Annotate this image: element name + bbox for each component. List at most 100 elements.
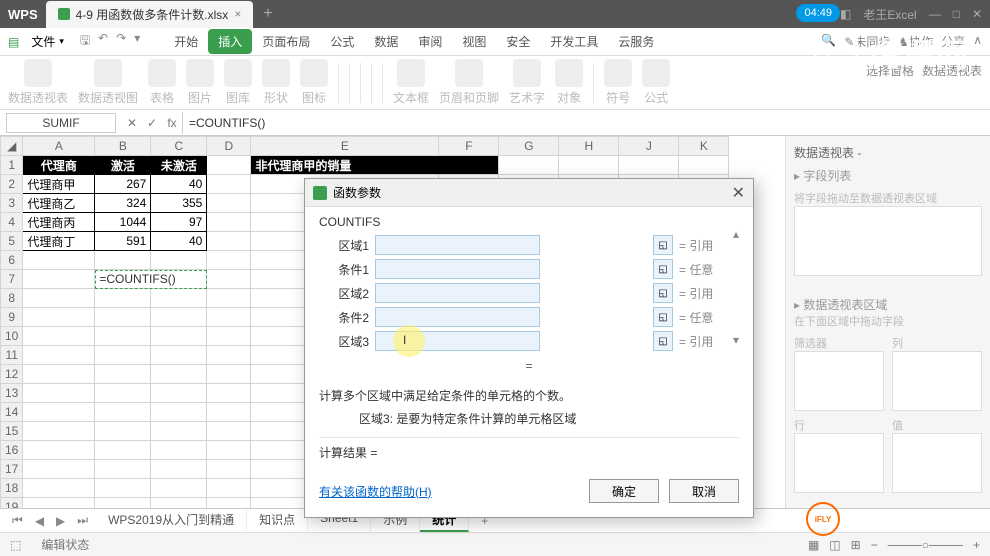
- row-1[interactable]: 1: [1, 156, 23, 175]
- cell-C19[interactable]: [151, 498, 207, 509]
- cell-B1[interactable]: 激活: [95, 156, 151, 175]
- cell-D2[interactable]: [207, 175, 251, 194]
- cell-D15[interactable]: [207, 422, 251, 441]
- cell-C15[interactable]: [151, 422, 207, 441]
- cell-A17[interactable]: [23, 460, 95, 479]
- cell-C17[interactable]: [151, 460, 207, 479]
- tool-表格[interactable]: 表格: [148, 59, 176, 106]
- cell-D10[interactable]: [207, 327, 251, 346]
- zoom-slider[interactable]: ────○────: [888, 538, 963, 552]
- menu-chevron[interactable]: ∧: [973, 33, 982, 50]
- cell-D5[interactable]: [207, 232, 251, 251]
- cell-H1[interactable]: [559, 156, 619, 175]
- tab-add[interactable]: +: [263, 5, 272, 23]
- cell-C4[interactable]: 97: [151, 213, 207, 232]
- cell-A14[interactable]: [23, 403, 95, 422]
- col-G[interactable]: G: [499, 137, 559, 156]
- view-normal[interactable]: ▦: [808, 538, 819, 552]
- formula-input[interactable]: =COUNTIFS(): [182, 112, 990, 134]
- cell-K1[interactable]: [679, 156, 729, 175]
- tool-公式[interactable]: 公式: [642, 59, 670, 106]
- cell-C1[interactable]: 未激活: [151, 156, 207, 175]
- dlg-input-2[interactable]: [375, 283, 540, 303]
- view-layout[interactable]: ◫: [829, 538, 840, 552]
- menu-开始[interactable]: 开始: [164, 29, 208, 54]
- tool-图库[interactable]: 图库: [224, 59, 252, 106]
- col-A[interactable]: A: [23, 137, 95, 156]
- dialog-scroll[interactable]: ▴▾: [733, 227, 747, 347]
- dlg-input-0[interactable]: [375, 235, 540, 255]
- cell-C5[interactable]: 40: [151, 232, 207, 251]
- cell-A7[interactable]: [23, 270, 95, 289]
- range-picker-icon[interactable]: ◱: [653, 307, 673, 327]
- sp-row-box[interactable]: [794, 433, 884, 493]
- qat-redo[interactable]: ↷: [116, 31, 126, 52]
- cell-B11[interactable]: [95, 346, 151, 365]
- app-menu-icon[interactable]: ▤: [8, 35, 19, 49]
- col-H[interactable]: H: [559, 137, 619, 156]
- tab-prev[interactable]: ◀: [31, 514, 48, 528]
- col-E[interactable]: E: [251, 137, 439, 156]
- cell-C8[interactable]: [151, 289, 207, 308]
- cell-J1[interactable]: [619, 156, 679, 175]
- cell-A6[interactable]: [23, 251, 95, 270]
- select-all[interactable]: ◢: [1, 137, 23, 156]
- cell-D18[interactable]: [207, 479, 251, 498]
- view-pagebreak[interactable]: ⊞: [851, 538, 861, 552]
- fx-button[interactable]: fx: [162, 116, 182, 130]
- range-picker-icon[interactable]: ◱: [653, 331, 673, 351]
- col-J[interactable]: J: [619, 137, 679, 156]
- dlg-input-4[interactable]: [375, 331, 540, 351]
- cell-B8[interactable]: [95, 289, 151, 308]
- cell-A13[interactable]: [23, 384, 95, 403]
- tool-符号[interactable]: 符号: [604, 59, 632, 106]
- cell-C13[interactable]: [151, 384, 207, 403]
- row-10[interactable]: 10: [1, 327, 23, 346]
- cell-A15[interactable]: [23, 422, 95, 441]
- window-close[interactable]: ✕: [972, 7, 982, 21]
- qat-more[interactable]: ▾: [134, 31, 140, 52]
- row-15[interactable]: 15: [1, 422, 23, 441]
- menu-数据[interactable]: 数据: [364, 29, 408, 54]
- tab-first[interactable]: ⏮: [8, 513, 27, 528]
- cell-B5[interactable]: 591: [95, 232, 151, 251]
- cell-D17[interactable]: [207, 460, 251, 479]
- cell-B15[interactable]: [95, 422, 151, 441]
- cell-C9[interactable]: [151, 308, 207, 327]
- col-C[interactable]: C: [151, 137, 207, 156]
- row-9[interactable]: 9: [1, 308, 23, 327]
- menu-视图[interactable]: 视图: [452, 29, 496, 54]
- cell-B17[interactable]: [95, 460, 151, 479]
- sp-col-box[interactable]: [892, 351, 982, 411]
- row-14[interactable]: 14: [1, 403, 23, 422]
- menu-安全[interactable]: 安全: [496, 29, 540, 54]
- row-11[interactable]: 11: [1, 346, 23, 365]
- cell-B18[interactable]: [95, 479, 151, 498]
- cell-D11[interactable]: [207, 346, 251, 365]
- file-menu[interactable]: 文件▾: [23, 29, 72, 54]
- zoom-in[interactable]: +: [973, 538, 980, 552]
- qat-undo[interactable]: ↶: [98, 31, 108, 52]
- dialog-close[interactable]: ✕: [732, 183, 745, 203]
- col-B[interactable]: B: [95, 137, 151, 156]
- range-picker-icon[interactable]: ◱: [653, 259, 673, 279]
- row-2[interactable]: 2: [1, 175, 23, 194]
- row-7[interactable]: 7: [1, 270, 23, 289]
- tool-数据透视图[interactable]: 数据透视图: [78, 59, 138, 106]
- cell-D16[interactable]: [207, 441, 251, 460]
- menu-云服务[interactable]: 云服务: [608, 29, 664, 54]
- row-13[interactable]: 13: [1, 384, 23, 403]
- window-min[interactable]: —: [929, 7, 941, 21]
- dialog-ok[interactable]: 确定: [589, 479, 659, 503]
- tool-文本框[interactable]: 文本框: [393, 59, 429, 106]
- cell-A5[interactable]: 代理商丁: [23, 232, 95, 251]
- cell-C12[interactable]: [151, 365, 207, 384]
- col-K[interactable]: K: [679, 137, 729, 156]
- cell-D4[interactable]: [207, 213, 251, 232]
- cell-C3[interactable]: 355: [151, 194, 207, 213]
- qat-save[interactable]: 🖫: [80, 31, 90, 52]
- cell-C18[interactable]: [151, 479, 207, 498]
- fb-ok[interactable]: ✓: [142, 116, 162, 130]
- cell-A2[interactable]: 代理商甲: [23, 175, 95, 194]
- cell-E1[interactable]: 非代理商甲的销量: [251, 156, 499, 175]
